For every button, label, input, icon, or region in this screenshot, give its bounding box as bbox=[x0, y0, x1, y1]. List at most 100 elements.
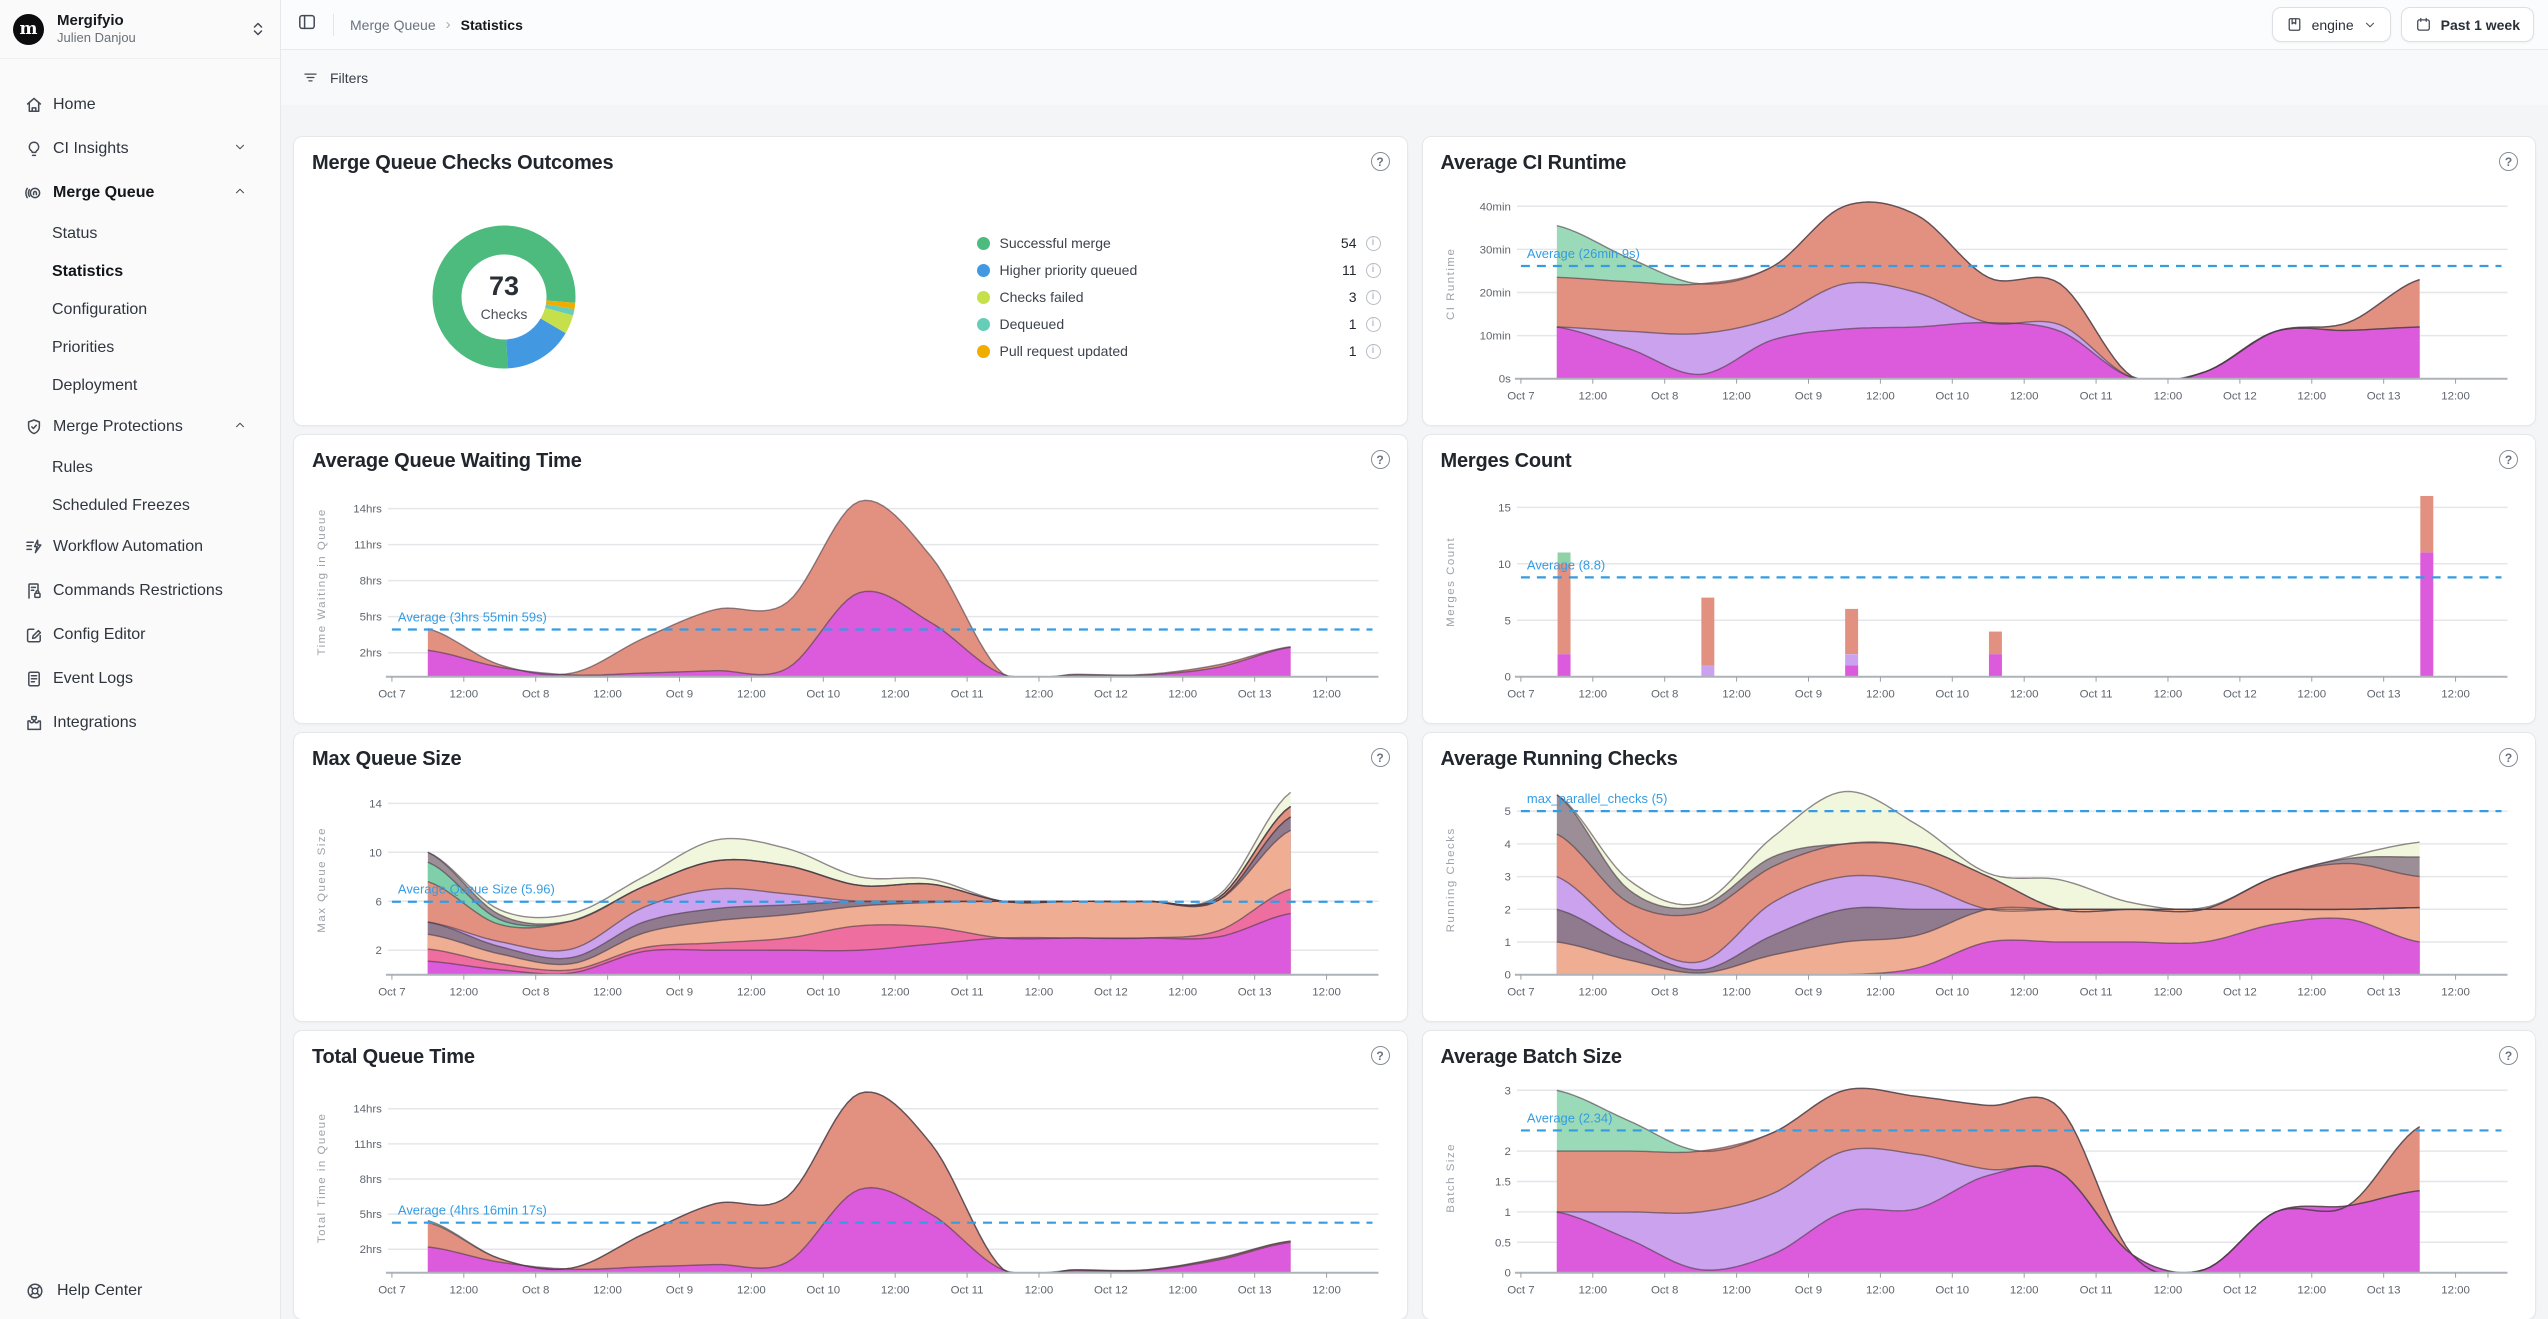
svg-text:2hrs: 2hrs bbox=[360, 1244, 383, 1256]
svg-text:Average (2.34): Average (2.34) bbox=[1526, 1110, 1612, 1125]
svg-text:12:00: 12:00 bbox=[2297, 391, 2326, 403]
sidebar-item-event-logs[interactable]: Event Logs bbox=[0, 657, 270, 701]
sidebar-item-commands-restrictions[interactable]: Commands Restrictions bbox=[0, 569, 270, 613]
help-icon[interactable]: ? bbox=[2499, 450, 2518, 469]
info-icon[interactable]: i bbox=[1366, 263, 1381, 278]
svg-text:Oct 9: Oct 9 bbox=[666, 1285, 693, 1297]
sidebar-item-home[interactable]: Home bbox=[0, 83, 270, 127]
org-name: Mergifyio bbox=[57, 12, 136, 31]
svg-text:12:00: 12:00 bbox=[2297, 689, 2326, 701]
sidebar-item-rules[interactable]: Rules bbox=[0, 449, 270, 487]
document-lines-icon bbox=[24, 669, 44, 689]
svg-text:Oct 12: Oct 12 bbox=[2222, 689, 2256, 701]
legend-label: Successful merge bbox=[1000, 235, 1111, 251]
help-icon[interactable]: ? bbox=[2499, 748, 2518, 767]
sidebar-item-integrations[interactable]: Integrations bbox=[0, 701, 270, 745]
svg-text:Oct 12: Oct 12 bbox=[2222, 987, 2256, 999]
svg-text:12:00: 12:00 bbox=[2297, 1285, 2326, 1297]
svg-text:Oct 13: Oct 13 bbox=[1238, 1285, 1272, 1297]
sidebar-item-config-editor[interactable]: Config Editor bbox=[0, 613, 270, 657]
lightbulb-icon bbox=[24, 139, 44, 159]
legend-item[interactable]: Successful merge 54 i bbox=[977, 233, 1381, 253]
svg-text:Oct 12: Oct 12 bbox=[2222, 391, 2256, 403]
svg-text:Oct 11: Oct 11 bbox=[2079, 391, 2112, 403]
org-switch-icon[interactable] bbox=[248, 19, 268, 39]
max-queue-size-chart[interactable]: Oct 712:00Oct 812:00Oct 912:00Oct 1012:0… bbox=[312, 775, 1389, 1015]
svg-text:15: 15 bbox=[1498, 502, 1511, 514]
svg-text:12:00: 12:00 bbox=[737, 1285, 766, 1297]
svg-text:12:00: 12:00 bbox=[2153, 689, 2182, 701]
help-icon[interactable]: ? bbox=[1371, 748, 1390, 767]
svg-text:Oct 10: Oct 10 bbox=[1935, 391, 1969, 403]
sidebar-item-merge-queue[interactable]: Merge Queue bbox=[0, 171, 270, 215]
chevron-up-icon bbox=[233, 184, 256, 203]
svg-text:14hrs: 14hrs bbox=[353, 504, 382, 516]
svg-text:Oct 13: Oct 13 bbox=[2366, 1285, 2400, 1297]
sidebar-item-workflow-automation[interactable]: Workflow Automation bbox=[0, 525, 270, 569]
svg-text:Average (8.8): Average (8.8) bbox=[1526, 557, 1604, 572]
svg-text:12:00: 12:00 bbox=[1578, 689, 1607, 701]
batch-size-chart[interactable]: Oct 712:00Oct 812:00Oct 912:00Oct 1012:0… bbox=[1441, 1073, 2518, 1313]
svg-text:Oct 11: Oct 11 bbox=[2079, 689, 2112, 701]
legend-label: Checks failed bbox=[1000, 289, 1084, 305]
help-icon[interactable]: ? bbox=[1371, 1046, 1390, 1065]
svg-text:Oct 9: Oct 9 bbox=[666, 689, 693, 701]
legend-color-dot bbox=[977, 237, 990, 250]
info-icon[interactable]: i bbox=[1366, 317, 1381, 332]
repo-select-button[interactable]: engine bbox=[2272, 7, 2391, 42]
svg-text:12:00: 12:00 bbox=[1866, 987, 1895, 999]
merges-count-chart[interactable]: Oct 712:00Oct 812:00Oct 912:00Oct 1012:0… bbox=[1441, 477, 2518, 717]
legend-value: 54 bbox=[1341, 235, 1357, 251]
outcomes-donut-chart[interactable]: 73Checks bbox=[408, 201, 600, 393]
svg-text:12:00: 12:00 bbox=[2009, 391, 2038, 403]
total-queue-time-chart[interactable]: Oct 712:00Oct 812:00Oct 912:00Oct 1012:0… bbox=[312, 1073, 1389, 1313]
svg-text:Oct 9: Oct 9 bbox=[1794, 689, 1821, 701]
sidebar-item-status[interactable]: Status bbox=[0, 215, 270, 253]
svg-text:12:00: 12:00 bbox=[1025, 689, 1054, 701]
help-icon[interactable]: ? bbox=[1371, 450, 1390, 469]
sidebar-item-scheduled-freezes[interactable]: Scheduled Freezes bbox=[0, 487, 270, 525]
svg-text:12:00: 12:00 bbox=[1025, 987, 1054, 999]
running-checks-chart[interactable]: Oct 712:00Oct 812:00Oct 912:00Oct 1012:0… bbox=[1441, 775, 2518, 1015]
help-center-link[interactable]: Help Center bbox=[25, 1281, 142, 1301]
legend-value: 1 bbox=[1349, 343, 1357, 359]
legend-item[interactable]: Higher priority queued11i bbox=[977, 260, 1381, 280]
card-title: Max Queue Size bbox=[312, 748, 1389, 771]
filters-bar[interactable]: Filters bbox=[281, 50, 2548, 105]
svg-text:Oct 13: Oct 13 bbox=[2366, 689, 2400, 701]
svg-text:20min: 20min bbox=[1479, 287, 1510, 299]
queue-waiting-chart[interactable]: Oct 712:00Oct 812:00Oct 912:00Oct 1012:0… bbox=[312, 477, 1389, 717]
chart-card-batch-size: Average Batch Size ? Oct 712:00Oct 812:0… bbox=[1422, 1030, 2537, 1319]
svg-text:12:00: 12:00 bbox=[1578, 391, 1607, 403]
info-icon[interactable]: i bbox=[1366, 290, 1381, 305]
legend-item[interactable]: Pull request updated1i bbox=[977, 341, 1381, 361]
repo-select-label: engine bbox=[2312, 17, 2354, 33]
sidebar-item-ci-insights[interactable]: CI Insights bbox=[0, 127, 270, 171]
help-icon[interactable]: ? bbox=[1371, 152, 1390, 171]
sidebar-item-deployment[interactable]: Deployment bbox=[0, 367, 270, 405]
svg-text:12:00: 12:00 bbox=[593, 987, 622, 999]
org-switcher[interactable]: m Mergifyio Julien Danjou bbox=[0, 0, 280, 59]
svg-text:6: 6 bbox=[376, 896, 382, 908]
svg-text:14: 14 bbox=[369, 798, 382, 810]
svg-text:Oct 12: Oct 12 bbox=[1094, 987, 1128, 999]
sidebar-item-priorities[interactable]: Priorities bbox=[0, 329, 270, 367]
svg-text:12:00: 12:00 bbox=[2009, 987, 2038, 999]
info-icon[interactable]: i bbox=[1366, 344, 1381, 359]
info-icon[interactable]: i bbox=[1366, 236, 1381, 251]
breadcrumb-merge-queue[interactable]: Merge Queue bbox=[350, 17, 436, 33]
sidebar-toggle-button[interactable] bbox=[297, 12, 317, 37]
ci-runtime-chart[interactable]: Oct 712:00Oct 812:00Oct 912:00Oct 1012:0… bbox=[1441, 179, 2518, 419]
sidebar-item-configuration[interactable]: Configuration bbox=[0, 291, 270, 329]
sidebar-item-statistics[interactable]: Statistics bbox=[0, 253, 270, 291]
help-center-label: Help Center bbox=[57, 1282, 142, 1300]
sidebar-item-merge-protections[interactable]: Merge Protections bbox=[0, 405, 270, 449]
date-range-button[interactable]: Past 1 week bbox=[2401, 7, 2534, 42]
legend-item[interactable]: Checks failed3i bbox=[977, 287, 1381, 307]
legend-item[interactable]: Dequeued1i bbox=[977, 314, 1381, 334]
sidebar-nav: Home CI Insights Merge Queue Status Stat… bbox=[0, 59, 280, 745]
help-icon[interactable]: ? bbox=[2499, 1046, 2518, 1065]
shield-check-icon bbox=[24, 417, 44, 437]
help-icon[interactable]: ? bbox=[2499, 152, 2518, 171]
card-title: Average Running Checks bbox=[1441, 748, 2518, 771]
